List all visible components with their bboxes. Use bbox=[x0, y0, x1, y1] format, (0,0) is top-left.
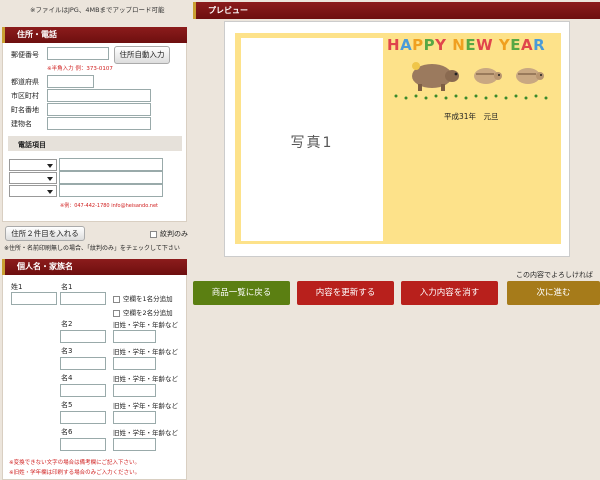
phone-type-select-2[interactable] bbox=[9, 172, 57, 184]
boar-piglet-2 bbox=[516, 68, 544, 84]
given-name-label: 名1 bbox=[61, 283, 73, 291]
phone-input-1[interactable] bbox=[59, 158, 163, 171]
surname-input[interactable] bbox=[11, 292, 57, 305]
given-name-6-input[interactable] bbox=[60, 438, 106, 451]
building-input[interactable] bbox=[47, 117, 151, 130]
happy-new-year-text: HAPPY NEW YEAR bbox=[387, 36, 546, 54]
given-name-4-input[interactable] bbox=[60, 384, 106, 397]
phone-type-select-3[interactable] bbox=[9, 185, 57, 197]
back-to-list-button[interactable]: 商品一覧に戻る bbox=[193, 281, 290, 305]
update-content-button[interactable]: 内容を更新する bbox=[297, 281, 394, 305]
phone-type-select-1[interactable] bbox=[9, 159, 57, 171]
add-one-blank-option[interactable]: 空欄を1名分追加 bbox=[113, 293, 173, 303]
postal-label: 郵便番号 bbox=[11, 51, 39, 59]
town-label: 町名番地 bbox=[11, 106, 39, 114]
prefecture-input[interactable] bbox=[47, 75, 94, 88]
given-name-2-label: 名2 bbox=[61, 320, 73, 328]
add-one-blank-label: 空欄を1名分追加 bbox=[123, 295, 173, 303]
upload-note: ※ファイルはJPG、4MBまでアップロード可能 bbox=[30, 6, 165, 14]
phone-section-label: 電話項目 bbox=[18, 141, 46, 149]
given-name-input[interactable] bbox=[60, 292, 106, 305]
given-name-4-label: 名4 bbox=[61, 374, 73, 382]
building-label: 建物名 bbox=[11, 120, 32, 128]
given-name-6-label: 名6 bbox=[61, 428, 73, 436]
old-name-4-input[interactable] bbox=[113, 384, 156, 397]
add-one-blank-checkbox[interactable] bbox=[113, 295, 120, 303]
preview-header: プレビュー bbox=[193, 2, 600, 19]
grass-dots bbox=[394, 94, 548, 100]
auto-address-button[interactable]: 住所自動入力 bbox=[114, 46, 170, 64]
given-name-2-input[interactable] bbox=[60, 330, 106, 343]
town-input[interactable] bbox=[47, 103, 151, 116]
add-second-address-button[interactable]: 住所２件目を入れる bbox=[5, 226, 85, 241]
city-label: 市区町村 bbox=[11, 92, 39, 100]
old-name-4-label: 旧姓・学年・年齢など bbox=[113, 375, 178, 383]
clear-input-button[interactable]: 入力内容を消す bbox=[401, 281, 498, 305]
greeting-date: 平成31年 元旦 bbox=[444, 112, 499, 121]
names-note-1: ※変換できない文字の場合は備考欄にご記入下さい。 bbox=[9, 460, 141, 466]
old-name-3-label: 旧姓・学年・年齢など bbox=[113, 348, 178, 356]
prefecture-label: 都道府県 bbox=[11, 78, 39, 86]
crest-only-label: 紋判のみ bbox=[160, 230, 188, 238]
phone-input-2[interactable] bbox=[59, 171, 163, 184]
old-name-2-input[interactable] bbox=[113, 330, 156, 343]
phone-input-3[interactable] bbox=[59, 184, 163, 197]
add-two-blank-label: 空欄を2名分追加 bbox=[123, 309, 173, 317]
city-input[interactable] bbox=[47, 89, 151, 102]
phone-example: ※例：047-442-1780 info@heisando.net bbox=[60, 203, 158, 209]
confirm-note: この内容でよろしければ bbox=[516, 271, 593, 279]
crest-only-option[interactable]: 紋判のみ bbox=[150, 229, 188, 239]
chevron-down-icon bbox=[47, 164, 53, 168]
old-name-3-input[interactable] bbox=[113, 357, 156, 370]
add-two-blank-option[interactable]: 空欄を2名分追加 bbox=[113, 307, 173, 317]
names-header: 個人名・家族名 bbox=[2, 259, 187, 275]
given-name-5-label: 名5 bbox=[61, 401, 73, 409]
surname-label: 姓1 bbox=[11, 283, 23, 291]
boar-illustration bbox=[394, 62, 548, 100]
old-name-2-label: 旧姓・学年・年齢など bbox=[113, 321, 178, 329]
given-name-3-input[interactable] bbox=[60, 357, 106, 370]
print-note: ※住所・名前印刷無しの場合、「紋判のみ」をチェックして下さい bbox=[4, 245, 180, 252]
old-name-6-label: 旧姓・学年・年齢など bbox=[113, 429, 178, 437]
chevron-down-icon bbox=[47, 177, 53, 181]
add-two-blank-checkbox[interactable] bbox=[113, 309, 120, 317]
old-name-5-label: 旧姓・学年・年齢など bbox=[113, 402, 178, 410]
chevron-down-icon bbox=[47, 190, 53, 194]
photo-label: 写真1 bbox=[290, 135, 334, 151]
given-name-5-input[interactable] bbox=[60, 411, 106, 424]
old-name-5-input[interactable] bbox=[113, 411, 156, 424]
names-note-2: ※旧姓・学年欄は印刷する場合のみご入力ください。 bbox=[9, 470, 141, 476]
old-name-6-input[interactable] bbox=[113, 438, 156, 451]
postal-note: ※半角入力 例：373-0107 bbox=[47, 66, 113, 72]
address-header: 住所・電話 bbox=[2, 27, 187, 43]
crest-only-checkbox[interactable] bbox=[150, 230, 157, 238]
boar-parent bbox=[412, 62, 459, 91]
boar-piglet-1 bbox=[474, 68, 502, 84]
given-name-3-label: 名3 bbox=[61, 347, 73, 355]
next-step-button[interactable]: 次に進む bbox=[507, 281, 600, 305]
postal-input[interactable] bbox=[47, 47, 109, 60]
